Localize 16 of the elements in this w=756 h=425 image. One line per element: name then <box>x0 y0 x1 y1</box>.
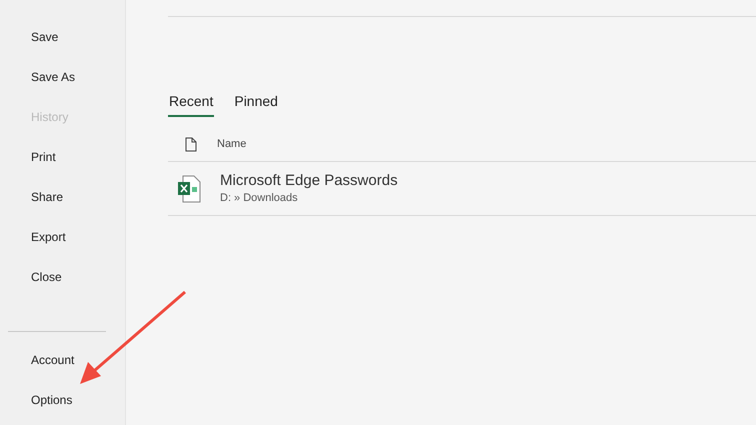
spreadsheet-file-icon <box>177 174 201 202</box>
column-header: Name <box>217 137 246 152</box>
menu-item[interactable]: Save <box>31 28 58 46</box>
menu-item[interactable]: Share <box>31 188 64 206</box>
menu-item[interactable]: Print <box>31 148 56 166</box>
menu-item[interactable]: Save As <box>31 68 76 86</box>
menu-item[interactable]: Account <box>31 351 74 369</box>
document-icon <box>185 137 197 152</box>
file-name: Microsoft Edge Passwords <box>220 170 398 190</box>
file-path: D: » Downloads <box>220 190 299 206</box>
menu-item[interactable]: Export <box>31 228 66 246</box>
menu-item[interactable]: Options <box>31 391 72 409</box>
tab[interactable]: Pinned <box>233 91 279 117</box>
menu-item[interactable]: Close <box>31 268 62 286</box>
tab[interactable]: Recent <box>168 91 214 117</box>
file-row[interactable]: Microsoft Edge Passwords D: » Downloads <box>168 162 756 216</box>
